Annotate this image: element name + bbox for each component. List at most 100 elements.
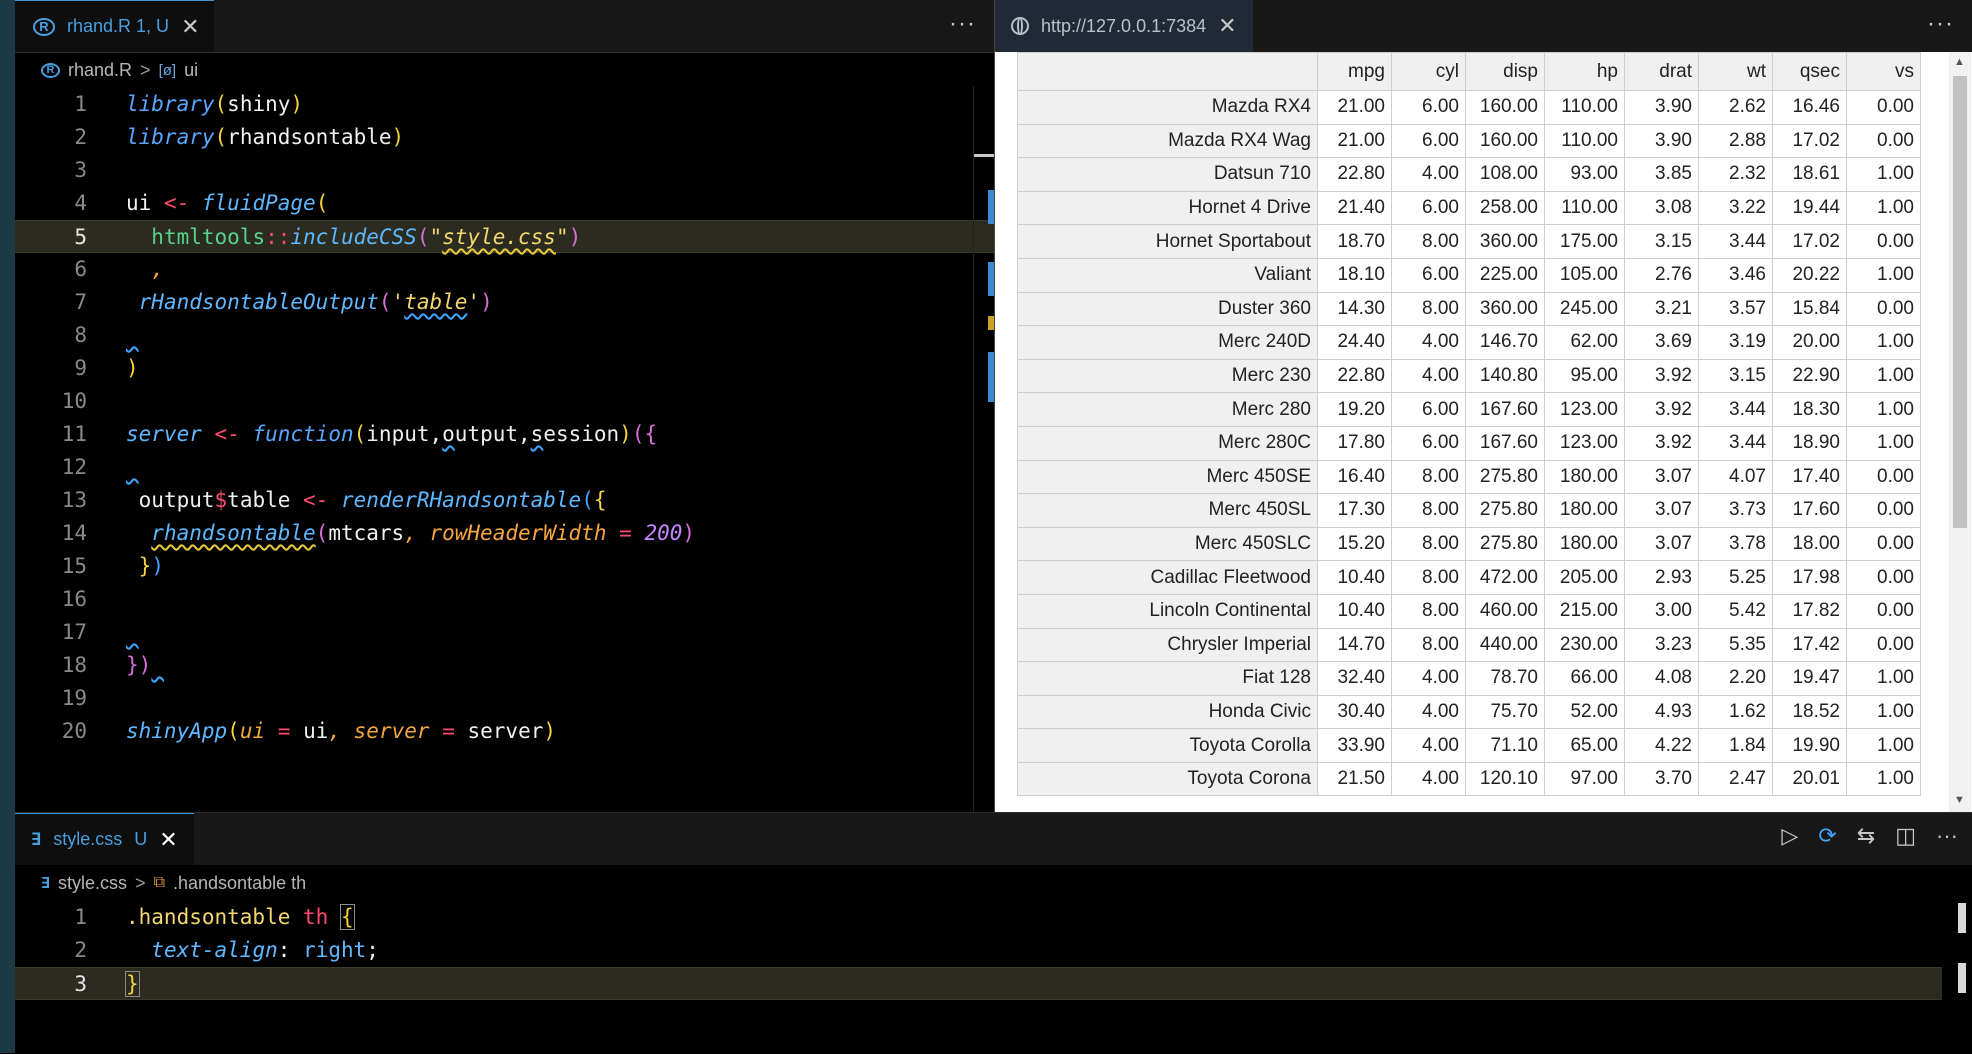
table-cell[interactable]: 0.00 [1846,526,1921,562]
table-cell[interactable]: 1.00 [1846,157,1921,192]
table-row[interactable]: Mazda RX4 21.00 6.00 160.00 110.00 3.90 2.62 16… [1017,90,1921,125]
table-cell[interactable]: 1.00 [1846,190,1921,226]
more-actions-icon[interactable]: ··· [1927,10,1954,38]
code-line-current[interactable]: 5 htmltools::includeCSS("style.css") [15,220,994,253]
table-cell[interactable]: 18.52 [1772,694,1847,730]
table-cell[interactable]: 123.00 [1544,392,1625,427]
column-header[interactable]: drat [1624,52,1699,91]
table-cell[interactable]: 3.19 [1698,325,1773,360]
table-cell[interactable]: 33.90 [1317,728,1392,763]
table-cell[interactable]: 0.00 [1846,224,1921,259]
table-cell[interactable]: 8.00 [1391,627,1466,663]
row-header[interactable]: Merc 450SLC [1017,526,1318,562]
table-cell[interactable]: 2.76 [1624,257,1699,293]
table-cell[interactable]: 71.10 [1465,728,1545,763]
table-cell[interactable]: 167.60 [1465,392,1545,427]
scroll-down-icon[interactable]: ▼ [1954,794,1965,806]
table-cell[interactable]: 65.00 [1544,728,1625,763]
row-header[interactable]: Duster 360 [1017,291,1318,327]
table-cell[interactable]: 4.00 [1391,728,1466,763]
table-cell[interactable]: 4.93 [1624,694,1699,730]
table-cell[interactable]: 1.00 [1846,325,1921,360]
code-line[interactable]: 1 library(shiny) [15,88,994,121]
table-cell[interactable]: 18.10 [1317,257,1392,293]
table-cell[interactable]: 18.30 [1772,392,1847,427]
table-cell[interactable]: 245.00 [1544,291,1625,327]
row-header[interactable]: Hornet 4 Drive [1017,190,1318,226]
table-cell[interactable]: 1.00 [1846,761,1921,797]
table-row[interactable]: Merc 450SLC 15.20 8.00 275.80 180.00 3.07 3.78… [1017,526,1921,562]
code-editor[interactable]: 1 library(shiny) 2 library(rhandsontable) … [15,88,994,748]
table-cell[interactable]: 17.42 [1772,627,1847,663]
table-cell[interactable]: 360.00 [1465,291,1545,327]
table-cell[interactable]: 15.20 [1317,526,1392,562]
table-cell[interactable]: 160.00 [1465,90,1545,125]
table-cell[interactable]: 258.00 [1465,190,1545,226]
table-cell[interactable]: 66.00 [1544,661,1625,696]
table-cell[interactable]: 3.69 [1624,325,1699,360]
table-cell[interactable]: 15.84 [1772,291,1847,327]
table-cell[interactable]: 110.00 [1544,123,1625,159]
table-cell[interactable]: 22.80 [1317,358,1392,394]
table-row[interactable]: Fiat 128 32.40 4.00 78.70 66.00 4.08 2.20 19.47… [1017,661,1921,696]
table-cell[interactable]: 160.00 [1465,123,1545,159]
table-cell[interactable]: 8.00 [1391,593,1466,629]
table-cell[interactable]: 8.00 [1391,560,1466,595]
row-header[interactable]: Merc 450SE [1017,459,1318,495]
table-row[interactable]: Lincoln Continental 10.40 8.00 460.00 215.00… [1017,593,1921,629]
code-line[interactable]: 7 rHandsontableOutput('table') [15,286,994,319]
row-header[interactable]: Toyota Corolla [1017,728,1318,763]
table-cell[interactable]: 1.00 [1846,392,1921,427]
run-icon[interactable]: ▷ [1781,823,1798,849]
table-cell[interactable]: 4.00 [1391,325,1466,360]
table-cell[interactable]: 6.00 [1391,90,1466,125]
table-row[interactable]: Hornet 4 Drive 21.40 6.00 258.00 110.00 3.08 3… [1017,190,1921,226]
table-cell[interactable]: 5.35 [1698,627,1773,663]
table-cell[interactable]: 2.47 [1698,761,1773,797]
split-editor-icon[interactable]: ◫ [1895,823,1916,849]
table-cell[interactable]: 62.00 [1544,325,1625,360]
table-cell[interactable]: 205.00 [1544,560,1625,595]
table-cell[interactable]: 24.40 [1317,325,1392,360]
table-cell[interactable]: 180.00 [1544,493,1625,528]
code-line[interactable]: 17 [15,616,994,649]
table-cell[interactable]: 16.46 [1772,90,1847,125]
table-cell[interactable]: 17.40 [1772,459,1847,495]
code-line[interactable]: 8 [15,319,994,352]
table-cell[interactable]: 225.00 [1465,257,1545,293]
table-cell[interactable]: 0.00 [1846,627,1921,663]
table-cell[interactable]: 17.02 [1772,123,1847,159]
table-cell[interactable]: 275.80 [1465,493,1545,528]
table-cell[interactable]: 97.00 [1544,761,1625,797]
row-header[interactable]: Fiat 128 [1017,661,1318,696]
table-cell[interactable]: 3.07 [1624,459,1699,495]
table-cell[interactable]: 110.00 [1544,190,1625,226]
table-cell[interactable]: 30.40 [1317,694,1392,730]
handsontable[interactable]: mpg cyl disp hp drat wt qsec vs Mazda RX… [1017,52,1943,812]
table-cell[interactable]: 3.23 [1624,627,1699,663]
row-header[interactable]: Datsun 710 [1017,157,1318,192]
table-row[interactable]: Merc 280 19.20 6.00 167.60 123.00 3.92 3.44 18.… [1017,392,1921,427]
column-header[interactable]: hp [1544,52,1625,91]
code-line[interactable]: 18}) [15,649,994,682]
table-cell[interactable]: 440.00 [1465,627,1545,663]
scrollbar-thumb[interactable] [1953,76,1967,528]
table-cell[interactable]: 3.08 [1624,190,1699,226]
table-cell[interactable]: 2.32 [1698,157,1773,192]
row-header[interactable]: Honda Civic [1017,694,1318,730]
code-editor[interactable]: 1 .handsontable th { 2 text-align: right;… [15,901,1972,1000]
table-cell[interactable]: 108.00 [1465,157,1545,192]
code-line[interactable]: 11 server <- function(input,output,sessio… [15,418,994,451]
table-cell[interactable]: 17.60 [1772,493,1847,528]
scroll-up-icon[interactable]: ▲ [1954,56,1965,68]
table-cell[interactable]: 17.80 [1317,425,1392,461]
row-header[interactable]: Merc 230 [1017,358,1318,394]
table-row[interactable]: Datsun 710 22.80 4.00 108.00 93.00 3.85 2.32 18… [1017,157,1921,192]
table-cell[interactable]: 1.00 [1846,257,1921,293]
row-header[interactable]: Cadillac Fleetwood [1017,560,1318,595]
code-line[interactable]: 19 [15,682,994,715]
table-cell[interactable]: 4.00 [1391,157,1466,192]
table-cell[interactable]: 3.57 [1698,291,1773,327]
table-cell[interactable]: 14.70 [1317,627,1392,663]
table-cell[interactable]: 0.00 [1846,291,1921,327]
